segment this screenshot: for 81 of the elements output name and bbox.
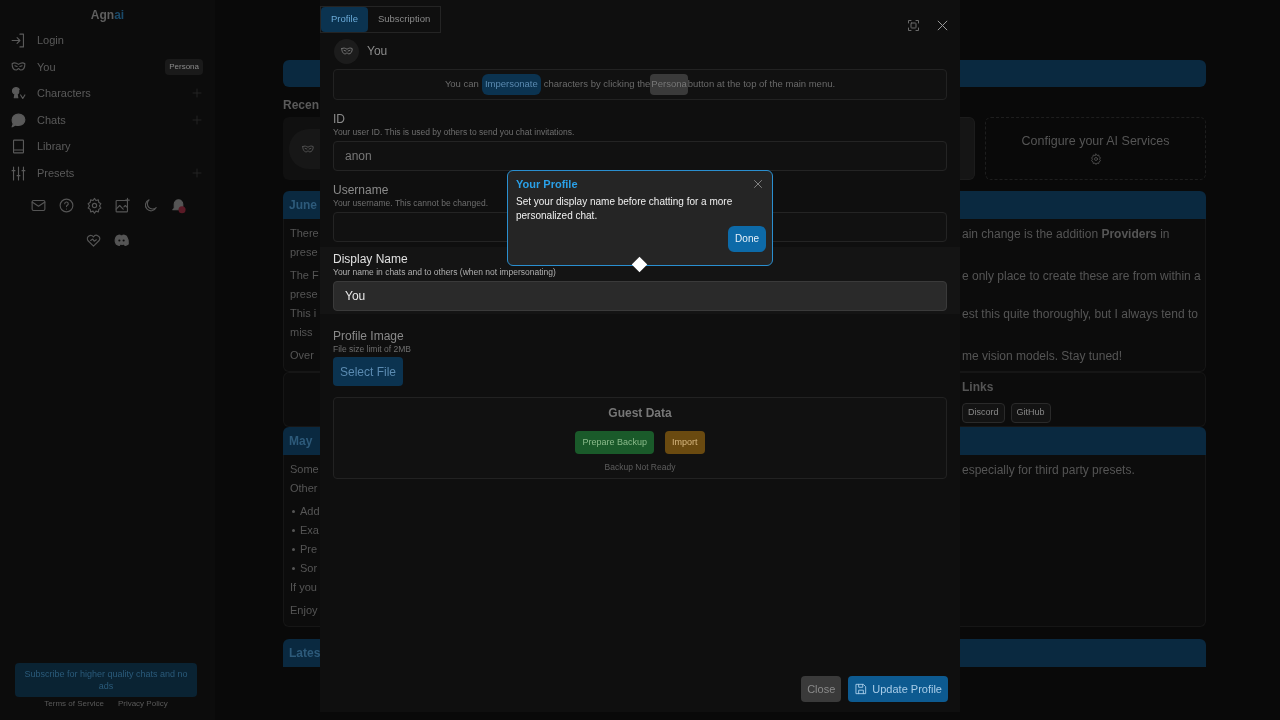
impersonate-link[interactable]: Impersonate — [481, 74, 541, 95]
bell-icon — [170, 196, 187, 214]
text-fragment: Pre — [300, 542, 318, 558]
sidebar-item[interactable]: Chats — [0, 106, 215, 134]
sidebar-item[interactable]: You Persona — [0, 53, 215, 81]
sidebar-item[interactable]: Library — [0, 133, 215, 160]
text-fragment: me vision models. Stay tuned! — [962, 347, 1123, 365]
tab[interactable]: Subscription — [367, 7, 441, 32]
image-icon — [114, 196, 131, 214]
done-button[interactable]: Done — [728, 225, 766, 252]
sidebar-item[interactable]: Login — [0, 27, 215, 54]
text-fragment: Enjoy — [290, 603, 318, 619]
close-button[interactable] — [752, 178, 764, 191]
status-text: Backup Not Ready — [604, 461, 676, 474]
sidebar-item[interactable]: Presets — [0, 159, 215, 187]
text-fragment: Other — [290, 481, 318, 497]
sidebar-item[interactable]: Characters — [0, 80, 215, 107]
update-profile-button[interactable]: Update Profile — [848, 676, 948, 702]
text-fragment: e only place to create these are from within a — [962, 267, 1201, 285]
text-fragment: If you — [290, 580, 317, 596]
link-button[interactable]: Discord — [962, 403, 1005, 423]
profile-name: You — [367, 43, 388, 60]
settings-icon — [86, 196, 103, 214]
characters-icon — [10, 85, 27, 102]
input-field[interactable]: You — [333, 281, 947, 311]
field-label: Display Name — [333, 252, 408, 266]
text-fragment: especially for third party presets. — [962, 461, 1135, 479]
text-fragment: The F — [290, 268, 319, 284]
text-fragment: prese — [290, 287, 318, 303]
help-text: Your username. This cannot be changed. — [333, 198, 488, 209]
text-fragment: Sor — [300, 561, 318, 577]
popup-text: Set your display name before chatting for a more personalized chat. — [516, 194, 734, 223]
help-text: Your name in chats and to others (when not impersonating) — [333, 267, 556, 278]
text-fragment: Add — [300, 504, 320, 520]
post-title: Lates — [289, 645, 321, 662]
links-heading: Links — [962, 379, 995, 396]
field-label: Profile Image — [333, 329, 404, 343]
close-icon — [752, 178, 764, 191]
tooltip-label: Persona — [165, 58, 203, 75]
text-fragment: Exa — [300, 523, 319, 539]
post-title: June — [289, 197, 317, 214]
login-icon — [10, 31, 27, 49]
text-fragment: Some — [290, 462, 319, 478]
book-icon — [10, 138, 27, 156]
panel-title: Guest Data — [608, 405, 672, 422]
field-label: ID — [333, 112, 345, 126]
ai-services-card[interactable]: Configure your AI Services — [985, 117, 1206, 180]
close-icon — [935, 18, 950, 33]
footer-link[interactable]: Terms of Service — [44, 698, 104, 710]
tab[interactable]: Profile — [321, 7, 368, 32]
info-text: You can Impersonate characters by clicking the Personabutton at the top of the main menu. — [444, 74, 836, 95]
guest-data-button[interactable]: Prepare Backup — [575, 431, 654, 454]
text-fragment: There — [290, 226, 319, 242]
banner — [283, 60, 320, 87]
help-text: File size limit of 2MB — [333, 344, 411, 355]
text-fragment: ain change is the addition Providers in — [962, 225, 1170, 243]
text-fragment: miss — [290, 325, 313, 341]
fullscreen-icon — [906, 18, 921, 33]
save-icon — [854, 682, 869, 696]
help-text: Your user ID. This is used by others to send you chat invitations. — [333, 127, 575, 138]
text-fragment: Over — [290, 348, 314, 364]
footer-link[interactable]: Privacy Policy — [117, 698, 168, 710]
settings-icon — [1089, 153, 1102, 166]
moon-icon — [142, 196, 159, 214]
chat-bubble-icon — [10, 111, 27, 129]
subscribe-button[interactable]: Subscribe for higher quality chats and no ads — [15, 663, 197, 697]
close-modal-button[interactable]: Close — [801, 676, 842, 702]
link-button[interactable]: GitHub — [1010, 403, 1051, 423]
section-heading: Recen — [283, 97, 320, 114]
sliders-icon — [10, 164, 27, 182]
close-button[interactable] — [935, 18, 950, 33]
select-file-button[interactable]: Select File — [333, 357, 404, 386]
fullscreen-button[interactable] — [906, 18, 921, 33]
text-fragment: prese — [290, 245, 318, 261]
help-icon — [58, 196, 75, 214]
field-label: Username — [333, 183, 389, 197]
post-title: May — [289, 433, 313, 450]
persona-link[interactable]: Persona — [650, 74, 688, 95]
app-logo: Agnai — [89, 7, 126, 22]
guest-data-button[interactable]: Import — [665, 431, 705, 454]
popup-title: Your Profile — [516, 177, 578, 192]
